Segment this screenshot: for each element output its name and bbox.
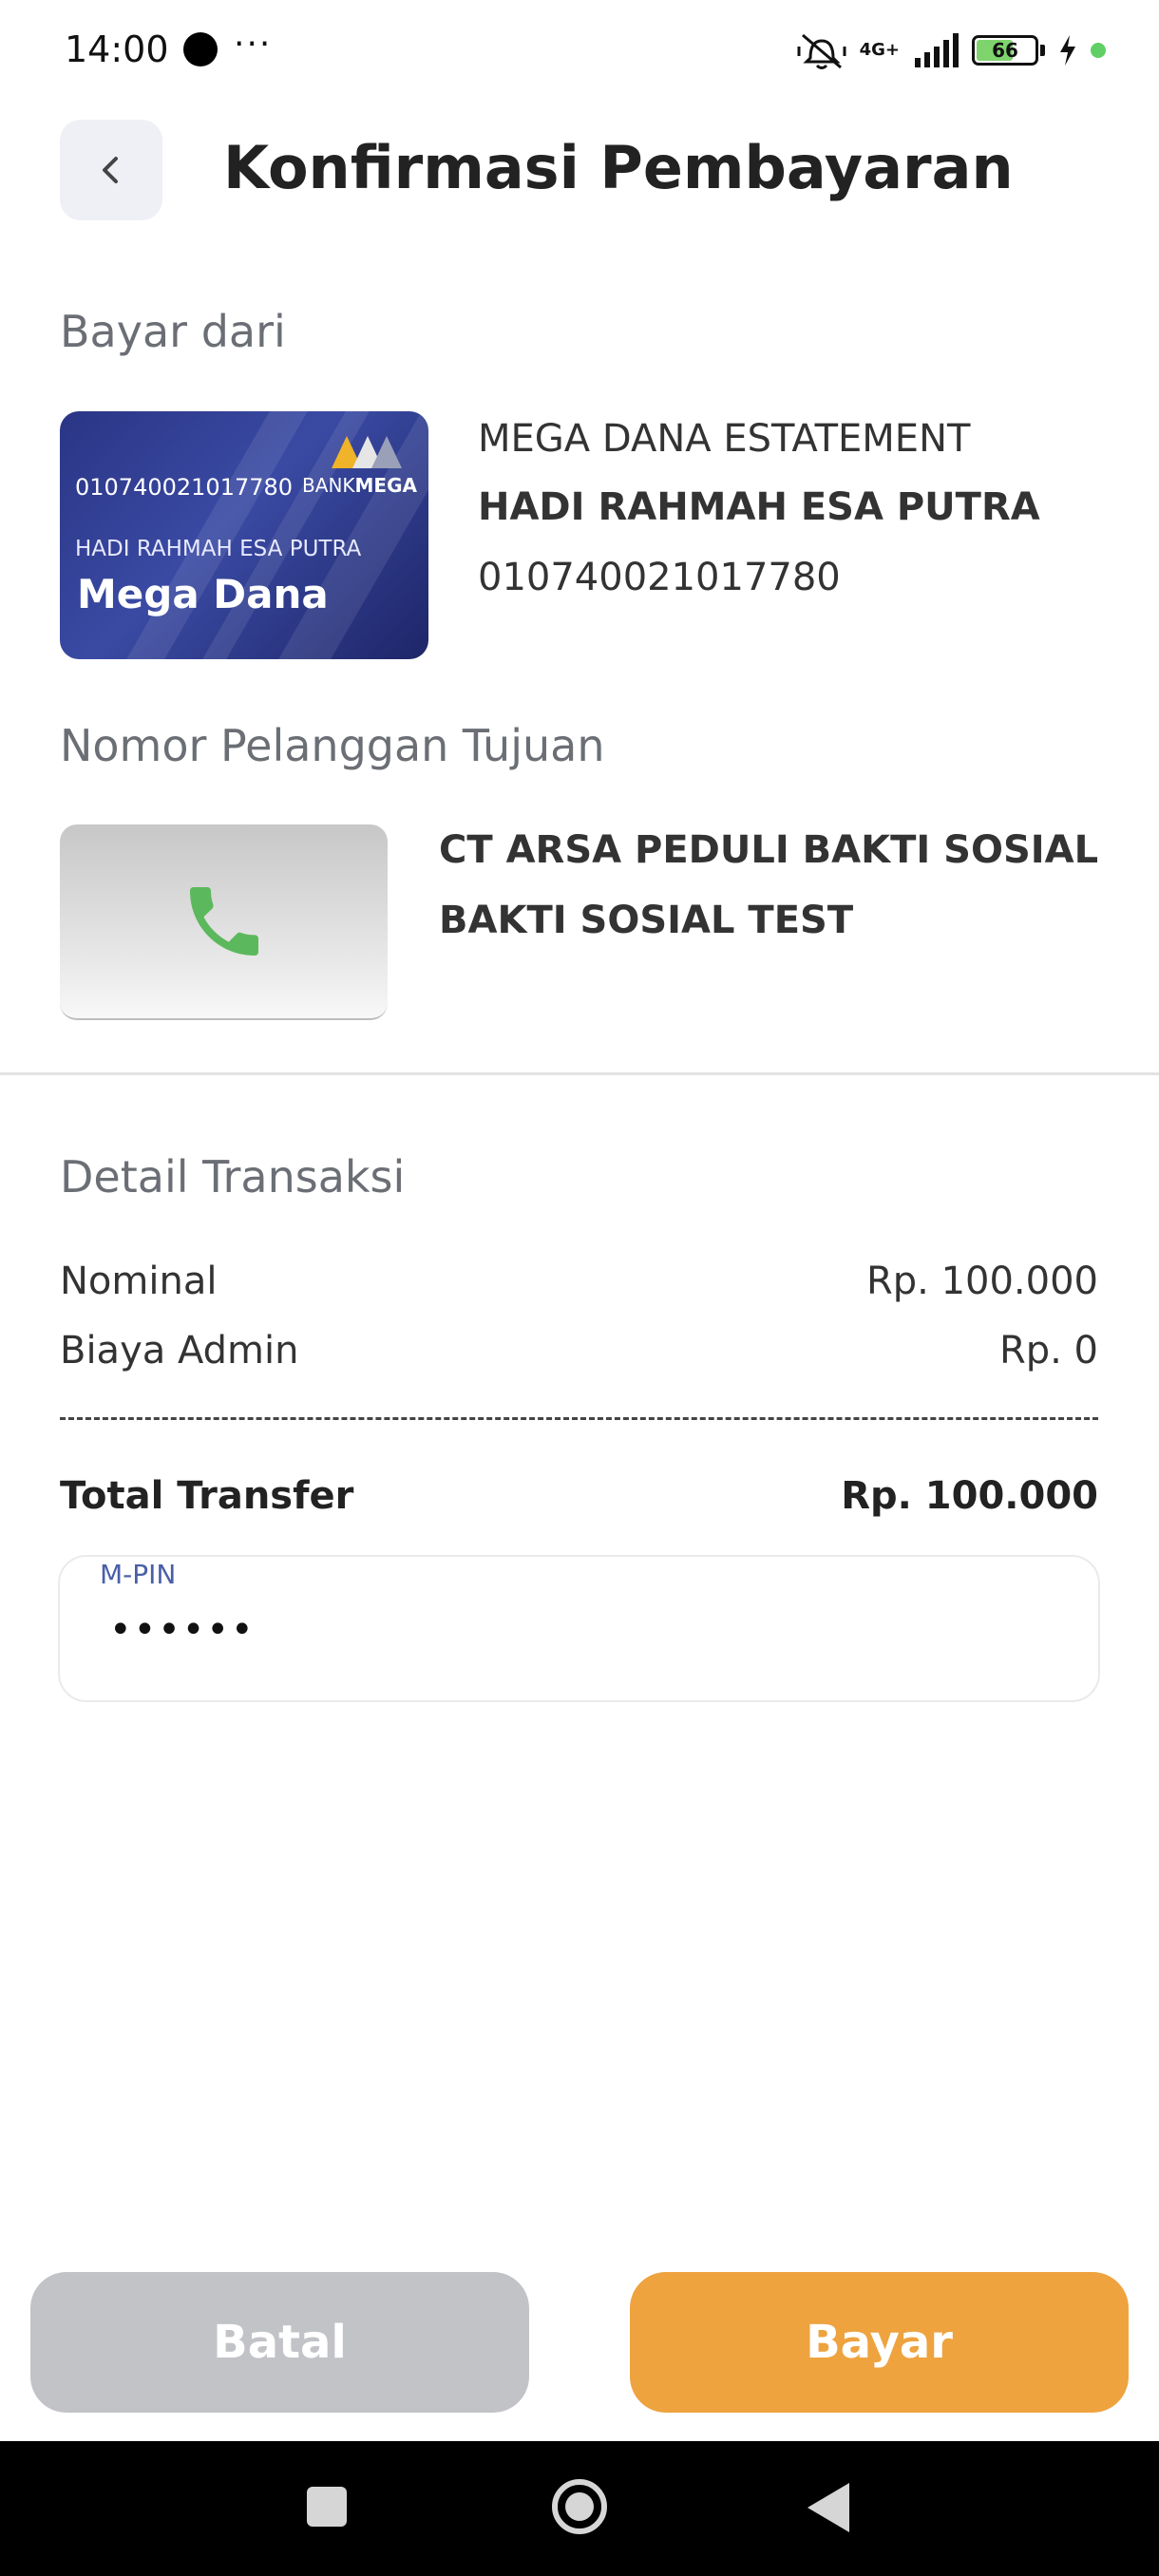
account-name: HADI RAHMAH ESA PUTRA	[478, 485, 1040, 529]
target-thumbnail	[60, 824, 388, 1020]
account-number: 010740021017780	[478, 556, 841, 599]
card-number: 010740021017780	[75, 474, 294, 501]
status-bar: 14:00 ··· 4G+ 66	[0, 0, 1159, 104]
total-label: Total Transfer	[60, 1474, 354, 1518]
battery-level: 66	[992, 39, 1018, 62]
account-type: MEGA DANA ESTATEMENT	[478, 417, 971, 461]
vibrate-off-icon	[797, 33, 846, 69]
system-back-button[interactable]	[808, 2483, 849, 2532]
detail-label: Nominal	[60, 1260, 218, 1303]
target-name: CT ARSA PEDULI BAKTI SOSIAL	[439, 828, 1099, 872]
phone-icon	[189, 887, 258, 956]
network-type: 4G+	[859, 40, 900, 60]
detail-value: Rp. 0	[998, 1329, 1098, 1373]
details-label: Detail Transaksi	[60, 1151, 406, 1203]
mpin-label: M-PIN	[100, 1559, 177, 1590]
signal-strength-icon	[915, 33, 959, 67]
pay-button[interactable]: Bayar	[630, 2272, 1129, 2413]
notification-dot-icon	[183, 32, 218, 66]
page-title: Konfirmasi Pembayaran	[223, 133, 1014, 202]
status-icons: 4G+ 66	[797, 27, 1106, 74]
total-row: Total Transfer Rp. 100.000	[60, 1474, 1098, 1518]
back-button[interactable]	[60, 120, 162, 220]
recent-apps-button[interactable]	[307, 2487, 347, 2527]
system-nav-bar	[0, 2441, 1159, 2576]
cancel-button[interactable]: Batal	[30, 2272, 529, 2413]
card-holder: HADI RAHMAH ESA PUTRA	[75, 537, 362, 561]
home-icon	[565, 2492, 594, 2521]
detail-label: Biaya Admin	[60, 1329, 299, 1373]
source-label: Bayar dari	[60, 306, 286, 357]
more-notifications-icon: ···	[234, 25, 273, 64]
charging-icon	[1060, 35, 1075, 66]
bank-mega-logo-icon	[332, 436, 402, 468]
section-divider	[0, 1072, 1159, 1075]
target-label: Nomor Pelanggan Tujuan	[60, 720, 605, 771]
mpin-field[interactable]: M-PIN ••••••	[58, 1555, 1100, 1702]
privacy-indicator-icon	[1091, 43, 1106, 58]
source-card[interactable]: BANKMEGA 010740021017780 HADI RAHMAH ESA…	[60, 411, 428, 659]
detail-row-admin-fee: Biaya Admin Rp. 0	[60, 1329, 1098, 1373]
target-detail: BAKTI SOSIAL TEST	[439, 899, 854, 942]
card-product: Mega Dana	[77, 571, 329, 617]
card-bank-name: BANKMEGA	[302, 474, 417, 497]
status-time: 14:00	[65, 28, 169, 70]
detail-row-nominal: Nominal Rp. 100.000	[60, 1260, 1098, 1303]
total-value: Rp. 100.000	[841, 1474, 1098, 1518]
mpin-input[interactable]: ••••••	[109, 1608, 256, 1652]
detail-value: Rp. 100.000	[865, 1260, 1098, 1303]
chevron-left-icon	[103, 157, 118, 183]
battery-icon: 66	[972, 35, 1038, 66]
home-button[interactable]	[552, 2479, 607, 2534]
dashed-divider	[60, 1417, 1098, 1420]
battery-tip	[1040, 45, 1045, 56]
